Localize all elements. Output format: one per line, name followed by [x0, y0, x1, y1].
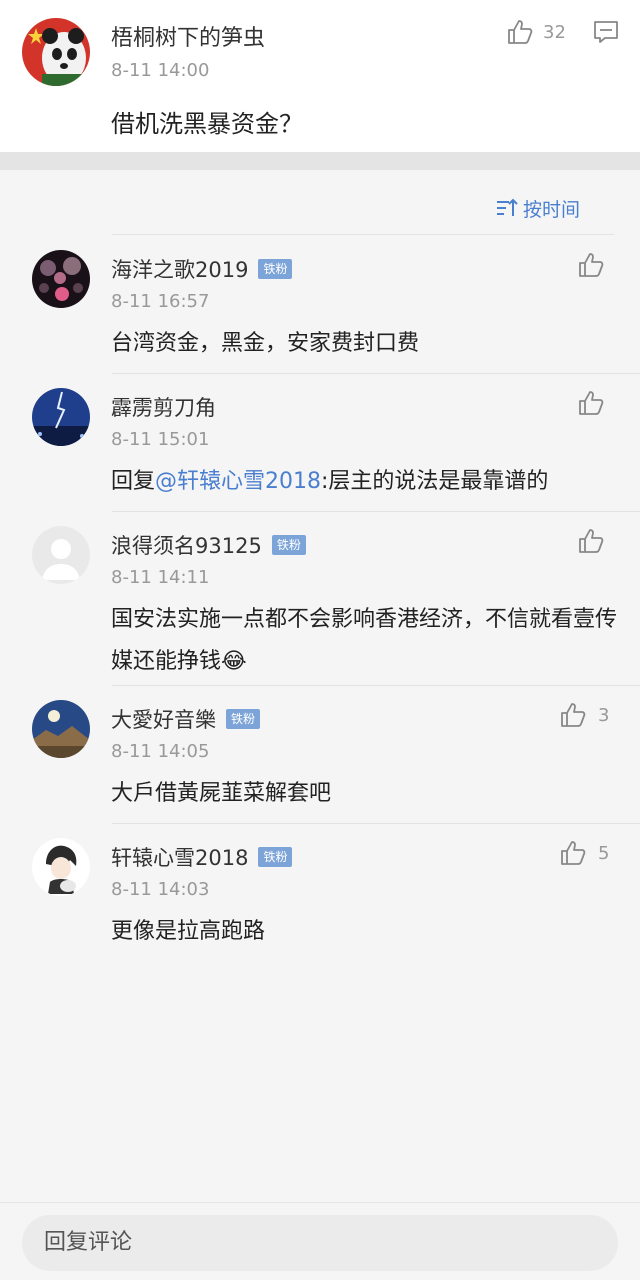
reply-text: 更像是拉高跑路: [111, 919, 266, 944]
reply-text-body: 国安法实施一点都不会影响香港经济，不信就看壹传媒还能挣钱: [111, 607, 618, 674]
reply-text: 国安法实施一点都不会影响香港经济，不信就看壹传媒还能挣钱😂: [111, 599, 621, 683]
reply-text-body: :层主的说法是最靠谱的: [321, 469, 549, 494]
reply-avatar[interactable]: [32, 838, 90, 896]
reply-author-name[interactable]: 海洋之歌2019 铁粉: [111, 254, 293, 284]
sort-label: 按时间: [523, 198, 581, 221]
reply-text: 回复@轩辕心雪2018:层主的说法是最靠谱的: [111, 461, 631, 503]
reply-like-button[interactable]: [576, 526, 606, 556]
reply-author-name[interactable]: 轩辕心雪2018 铁粉: [111, 842, 293, 872]
reply-author-name[interactable]: 霹雳剪刀角: [111, 392, 216, 422]
reply-avatar[interactable]: [32, 388, 90, 446]
reply-text: 大戶借黃屍韮菜解套吧: [111, 781, 332, 806]
reply-text: 台湾资金，黑金，安家费封口费: [111, 331, 420, 356]
reply-comment-input[interactable]: 回复评论: [22, 1215, 618, 1271]
thumb-up-icon: [561, 703, 586, 727]
main-author-avatar[interactable]: [22, 18, 90, 86]
reply-like-button[interactable]: 5: [558, 838, 609, 868]
main-comment: 梧桐树下的笋虫 8-11 14:00 借机洗黑暴资金？ 32: [0, 0, 640, 152]
fan-badge: 铁粉: [258, 847, 293, 867]
main-comment-text: 借机洗黑暴资金？: [111, 110, 303, 138]
reply-author-name-text: 轩辕心雪2018: [111, 846, 249, 870]
laughing-emoji-icon: 😂: [221, 649, 247, 674]
comment-icon: [594, 21, 618, 43]
reply-like-button[interactable]: [576, 388, 606, 418]
reply-time: 8-11 14:03: [111, 879, 210, 900]
reply-item: 轩辕心雪2018 铁粉 5 8-11 14:03 更像是拉高跑路: [0, 824, 640, 962]
thumb-up-icon: [579, 391, 604, 415]
mention-link[interactable]: @轩辕心雪2018: [155, 469, 321, 494]
sort-by-time-button[interactable]: 按时间: [495, 194, 580, 222]
reply-author-name-text: 海洋之歌2019: [111, 258, 249, 282]
thumb-up-icon: [561, 841, 586, 865]
reply-time: 8-11 16:57: [111, 291, 210, 312]
section-separator: [0, 152, 640, 170]
reply-avatar[interactable]: [32, 700, 90, 758]
reply-avatar[interactable]: [32, 250, 90, 308]
reply-time: 8-11 15:01: [111, 429, 210, 450]
thumb-up-icon: [579, 253, 604, 277]
reply-time: 8-11 14:11: [111, 567, 210, 588]
reply-avatar[interactable]: [32, 526, 90, 584]
sort-icon: [497, 198, 518, 216]
bottom-reply-bar: 回复评论: [0, 1202, 640, 1280]
fan-badge: 铁粉: [258, 259, 293, 279]
comment-detail-page: 梧桐树下的笋虫 8-11 14:00 借机洗黑暴资金？ 32 按时间 海洋之歌2…: [0, 0, 640, 1280]
reply-author-name[interactable]: 浪得须名93125 铁粉: [111, 530, 306, 560]
main-like-button[interactable]: 32: [505, 16, 566, 48]
fan-badge: 铁粉: [271, 535, 306, 555]
reply-like-button[interactable]: [576, 250, 606, 280]
sort-bar: 按时间: [0, 170, 640, 236]
reply-author-name-text: 浪得须名93125: [111, 534, 262, 558]
reply-item: 霹雳剪刀角 8-11 15:01 回复@轩辕心雪2018:层主的说法是最靠谱的: [0, 374, 640, 512]
main-like-count: 32: [543, 21, 566, 43]
reply-author-name-text: 大愛好音樂: [111, 708, 216, 732]
main-author-name[interactable]: 梧桐树下的笋虫: [111, 20, 265, 52]
reply-prefix: 回复: [111, 469, 156, 494]
reply-item: 海洋之歌2019 铁粉 8-11 16:57 台湾资金，黑金，安家费封口费: [0, 236, 640, 374]
thumb-up-icon: [508, 20, 533, 44]
divider: [112, 234, 614, 235]
main-comment-time: 8-11 14:00: [111, 60, 210, 81]
reply-like-count: 5: [598, 842, 610, 864]
thumb-up-icon: [579, 529, 604, 553]
reply-item: 浪得须名93125 铁粉 8-11 14:11 国安法实施一点都不会影响香港经济…: [0, 512, 640, 686]
reply-item: 大愛好音樂 铁粉 3 8-11 14:05 大戶借黃屍韮菜解套吧: [0, 686, 640, 824]
reply-time: 8-11 14:05: [111, 741, 210, 762]
reply-author-name[interactable]: 大愛好音樂 铁粉: [111, 704, 261, 734]
reply-list: 按时间 海洋之歌2019 铁粉 8-11 16:57 台湾资金，黑金，安家费封口…: [0, 170, 640, 1202]
fan-badge: 铁粉: [226, 709, 261, 729]
reply-like-button[interactable]: 3: [558, 700, 609, 730]
reply-like-count: 3: [598, 704, 610, 726]
reply-author-name-text: 霹雳剪刀角: [111, 396, 216, 420]
reply-comment-button[interactable]: [592, 18, 620, 46]
